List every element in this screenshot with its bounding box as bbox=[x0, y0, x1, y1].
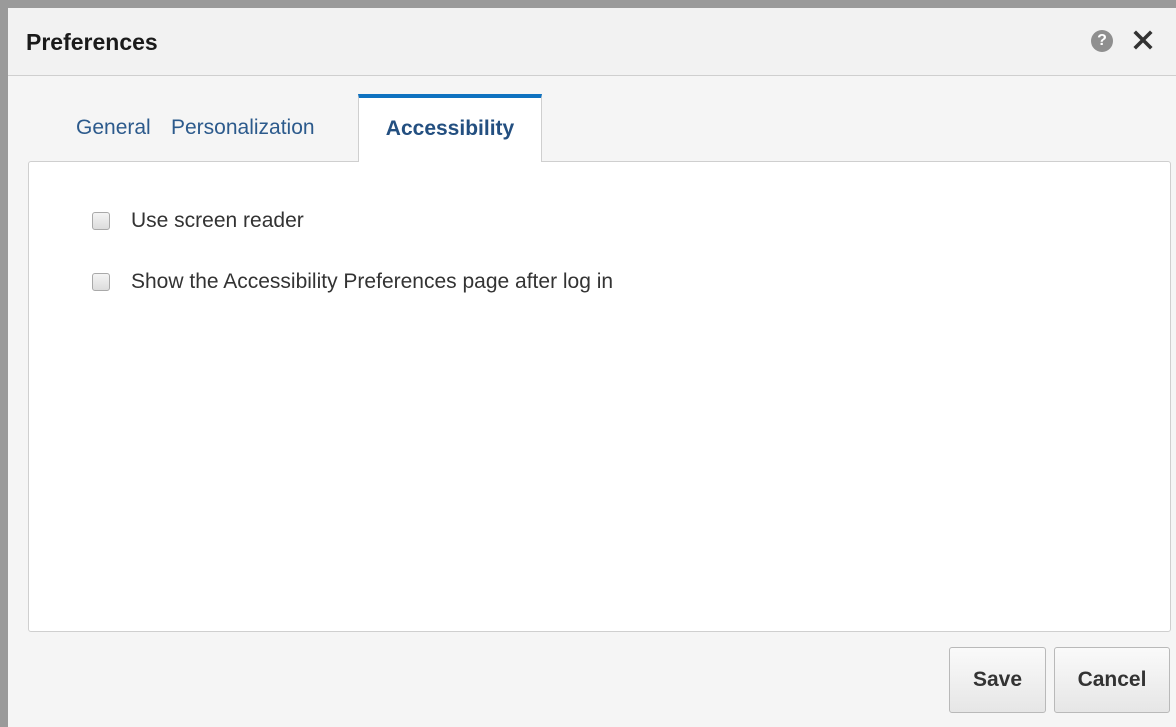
show-accessibility-page-label: Show the Accessibility Preferences page … bbox=[131, 270, 614, 293]
show-accessibility-page-option[interactable]: Show the Accessibility Preferences page … bbox=[92, 269, 613, 295]
tab-bar: General Personalization Accessibility bbox=[8, 76, 1176, 162]
dialog-header: Preferences ? bbox=[8, 8, 1176, 76]
tab-accessibility[interactable]: Accessibility bbox=[358, 94, 542, 162]
tab-personalization[interactable]: Personalization bbox=[171, 94, 315, 162]
cancel-button[interactable]: Cancel bbox=[1054, 647, 1170, 713]
accessibility-panel: Use screen reader Show the Accessibility… bbox=[28, 161, 1171, 632]
use-screen-reader-checkbox[interactable] bbox=[92, 212, 110, 230]
save-button[interactable]: Save bbox=[949, 647, 1046, 713]
show-accessibility-page-checkbox[interactable] bbox=[92, 273, 110, 291]
close-icon[interactable] bbox=[1128, 25, 1158, 55]
dialog-title: Preferences bbox=[26, 29, 158, 55]
preferences-dialog: Preferences ? General Personalization Ac… bbox=[0, 0, 1176, 727]
use-screen-reader-label: Use screen reader bbox=[131, 209, 304, 232]
use-screen-reader-option[interactable]: Use screen reader bbox=[92, 208, 304, 234]
tab-general[interactable]: General bbox=[76, 94, 151, 162]
help-icon[interactable]: ? bbox=[1091, 30, 1113, 52]
